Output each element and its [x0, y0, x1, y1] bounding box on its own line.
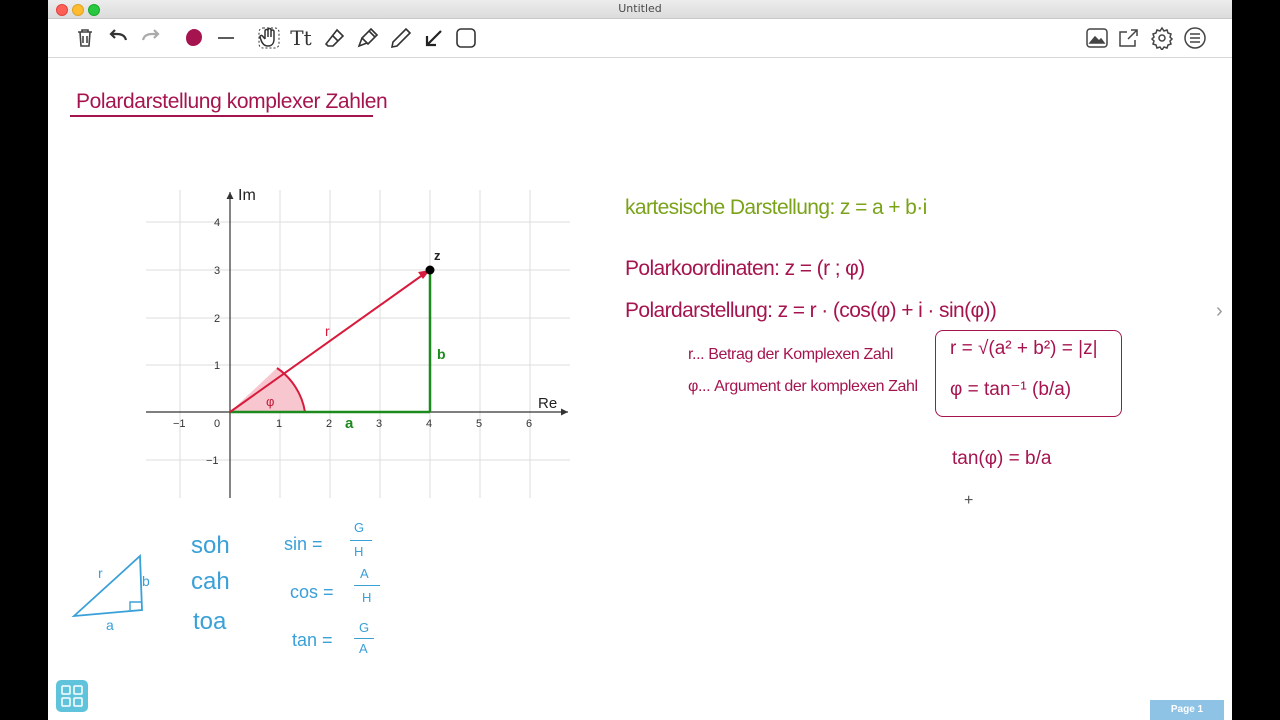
sketch-tri-opp: b	[142, 573, 150, 589]
hypotenuse-label: r	[325, 323, 330, 339]
complex-plane-graph: Im Re −1 0 1 2 3 4 5 6 4 3 2 1 −1 z r a …	[146, 187, 570, 498]
note-polar-form: Polardarstellung: z = r · (cos(φ) + i · …	[625, 299, 997, 322]
arrow-icon[interactable]	[421, 25, 447, 51]
y-tick-2: 2	[214, 313, 220, 325]
note-canvas[interactable]: Polardarstellung komplexer Zahlen Im Re	[48, 58, 1232, 720]
sketch-cos-fraction-bar	[354, 585, 380, 587]
sketch-cos-num: A	[360, 566, 369, 581]
chevron-right-icon[interactable]: ›	[1216, 300, 1223, 323]
color-swatch-icon[interactable]	[181, 25, 207, 51]
x-tick-3: 3	[376, 418, 382, 430]
note-r-formula: r = √(a² + b²) = |z|	[950, 338, 1098, 359]
highlighter-icon[interactable]	[355, 25, 381, 51]
sketch-triangle: r b a	[71, 554, 150, 633]
redo-icon[interactable]	[138, 25, 164, 51]
y-axis-label: Im	[238, 187, 256, 204]
pen-icon[interactable]	[388, 25, 414, 51]
sketch-sin-fraction-bar	[350, 540, 372, 542]
app-window: Untitled Tt Polardarstellung komplexer Z…	[48, 0, 1232, 720]
page-heading: Polardarstellung komplexer Zahlen	[76, 90, 388, 113]
eraser-icon[interactable]	[322, 25, 348, 51]
note-phi-description: φ... Argument der komplexen Zahl	[688, 378, 918, 395]
sketch-tan-num: G	[359, 620, 370, 635]
trash-icon[interactable]	[72, 25, 98, 51]
opposite-label: b	[437, 346, 446, 362]
window-title: Untitled	[618, 2, 662, 15]
sketch-sin-den: H	[354, 544, 364, 559]
x-tick-0: 0	[214, 418, 220, 430]
title-bar: Untitled	[48, 0, 1232, 19]
sketch-tri-hyp: r	[98, 565, 103, 581]
sketch-tri-adj: a	[106, 617, 114, 633]
y-tick-3: 3	[214, 265, 220, 277]
y-tick-neg1: −1	[206, 455, 219, 467]
x-tick-5: 5	[476, 418, 482, 430]
shape-icon[interactable]	[453, 25, 479, 51]
page-indicator[interactable]: Page 1	[1150, 700, 1224, 720]
text-tool-icon[interactable]: Tt	[288, 25, 314, 51]
settings-icon[interactable]	[1149, 25, 1175, 51]
sketch-cah: cah	[191, 568, 230, 595]
heading-underline	[70, 115, 373, 117]
x-axis-label: Re	[538, 395, 557, 412]
sketch-sin-lhs: sin =	[284, 534, 323, 554]
x-tick-1: 1	[276, 418, 282, 430]
sketch-tan-lhs: tan =	[292, 630, 333, 650]
sketch-soh: soh	[191, 532, 230, 559]
image-icon[interactable]	[1084, 25, 1110, 51]
x-tick-neg1: −1	[173, 418, 186, 430]
sketch-tan-den: A	[359, 641, 368, 656]
sketch-tan-fraction-bar	[354, 638, 374, 640]
note-r-description: r... Betrag der Komplexen Zahl	[688, 346, 894, 363]
note-tan-formula: tan(φ) = b/a	[952, 448, 1052, 469]
sketch-sin-num: G	[354, 520, 365, 535]
hand-select-icon[interactable]	[256, 25, 282, 51]
toolbar: Tt	[48, 19, 1232, 58]
y-tick-4: 4	[214, 217, 220, 229]
x-tick-4: 4	[426, 418, 432, 430]
point-z-label: z	[434, 248, 441, 263]
note-phi-formula: φ = tan⁻¹ (b/a)	[950, 379, 1072, 400]
sketch-cos-lhs: cos =	[290, 582, 334, 602]
undo-icon[interactable]	[105, 25, 131, 51]
line-width-icon[interactable]	[213, 25, 239, 51]
sketch-cos-den: H	[362, 590, 372, 605]
x-tick-6: 6	[526, 418, 532, 430]
menu-icon[interactable]	[1182, 25, 1208, 51]
note-polar-coordinates: Polarkoordinaten: z = (r ; φ)	[625, 257, 865, 280]
angle-label: φ	[266, 394, 274, 409]
cursor-crosshair-icon: +	[964, 492, 974, 509]
note-cartesian: kartesische Darstellung: z = a + b·i	[625, 196, 927, 219]
sketch-toa: toa	[193, 608, 227, 635]
adjacent-label: a	[345, 415, 354, 432]
page-grid-button[interactable]	[56, 680, 88, 712]
x-tick-2: 2	[326, 418, 332, 430]
y-tick-1: 1	[214, 360, 220, 372]
share-icon[interactable]	[1116, 25, 1142, 51]
grid-icon	[61, 685, 83, 707]
